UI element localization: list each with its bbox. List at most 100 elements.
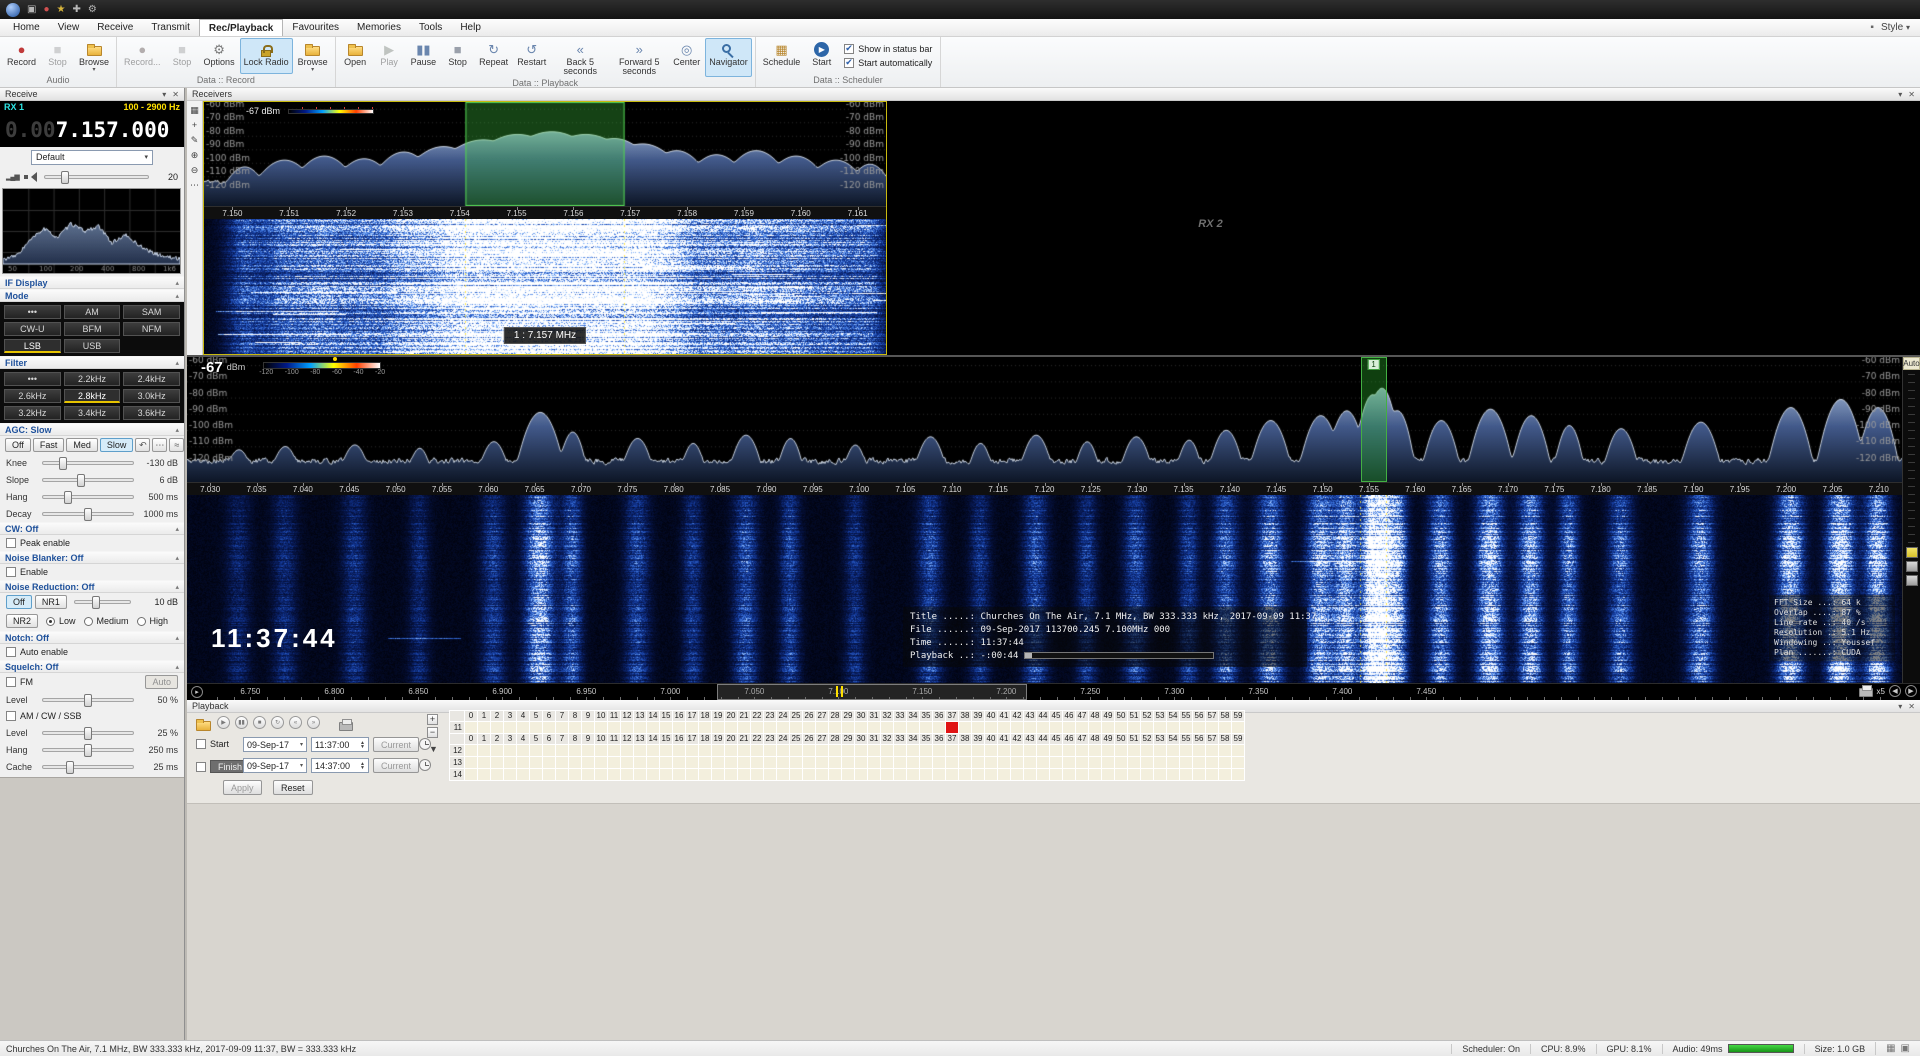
sched-cell-12-13[interactable] [634, 745, 646, 756]
main-spectrum-display[interactable]: -67 dBm -120-100-80-60-40-20 1 [187, 357, 1902, 482]
sched-cell-11-53[interactable] [1154, 722, 1166, 733]
filter-3-0khz[interactable]: 3.0kHz [123, 389, 180, 403]
display-icon[interactable]: ▣ [1901, 1042, 1910, 1055]
sched-cell-13-56[interactable] [1193, 757, 1205, 768]
grid-icon[interactable]: ▦ [1886, 1042, 1895, 1055]
sched-cell-12-42[interactable] [1011, 745, 1023, 756]
collapse-icon[interactable]: ▴ [175, 634, 179, 642]
sched-cell-12-14[interactable] [647, 745, 659, 756]
sched-cell-11-59[interactable] [1232, 722, 1244, 733]
sched-cell-14-18[interactable] [699, 769, 711, 780]
sched-cell-11-37[interactable] [946, 722, 958, 733]
section-squelch[interactable]: Squelch: Off▴ [0, 660, 184, 673]
agc-slope-thumb[interactable] [77, 474, 85, 487]
start-checkbox[interactable]: Start [196, 739, 229, 749]
sched-cell-13-1[interactable] [478, 757, 490, 768]
filter-2-6khz[interactable]: 2.6kHz [4, 389, 61, 403]
sched-cell-11-45[interactable] [1050, 722, 1062, 733]
mode-bfm[interactable]: BFM [64, 322, 121, 336]
sched-cell-12-49[interactable] [1102, 745, 1114, 756]
sched-cell-14-20[interactable] [725, 769, 737, 780]
sched-cell-14-46[interactable] [1063, 769, 1075, 780]
sched-cell-12-11[interactable] [608, 745, 620, 756]
nr-level-slider[interactable] [74, 600, 131, 604]
marker-color-button[interactable] [1906, 547, 1918, 558]
sched-cell-14-38[interactable] [959, 769, 971, 780]
ssb-cache-slider[interactable] [42, 765, 134, 769]
sched-cell-14-57[interactable] [1206, 769, 1218, 780]
sched-cell-14-39[interactable] [972, 769, 984, 780]
nav-zoom-label[interactable]: x5 [1877, 687, 1885, 696]
star-icon[interactable]: ★ [57, 3, 66, 16]
agc-slow[interactable]: Slow [100, 438, 134, 452]
sched-cell-11-58[interactable] [1219, 722, 1231, 733]
sched-cell-11-38[interactable] [959, 722, 971, 733]
sched-cell-12-57[interactable] [1206, 745, 1218, 756]
sched-cell-14-45[interactable] [1050, 769, 1062, 780]
sched-cell-11-11[interactable] [608, 722, 620, 733]
clock-icon[interactable] [419, 759, 431, 771]
start-date-select[interactable]: 09-Sep-17▾ [243, 737, 307, 752]
sched-cell-11-41[interactable] [998, 722, 1010, 733]
section-mode[interactable]: Mode▴ [0, 289, 184, 302]
ribbon-options[interactable]: ⚙Options [200, 38, 239, 74]
sched-cell-11-17[interactable] [686, 722, 698, 733]
menu-item-home[interactable]: Home [4, 19, 49, 36]
sched-cell-14-7[interactable] [556, 769, 568, 780]
nav-right-icon[interactable]: ▶ [1905, 685, 1917, 697]
zoom-in-icon[interactable]: ⊕ [191, 150, 199, 160]
sched-cell-11-18[interactable] [699, 722, 711, 733]
frequency-navigator[interactable]: ▸ 6.7506.8006.8506.9006.9507.0007.0507.1… [187, 683, 1920, 700]
main-colorbar[interactable] [263, 362, 381, 369]
sched-cell-14-50[interactable] [1115, 769, 1127, 780]
playback-repeat-button[interactable]: ↻ [271, 716, 284, 729]
scale-button-2[interactable] [1906, 575, 1918, 586]
section-notch[interactable]: Notch: Off▴ [0, 631, 184, 644]
sched-cell-12-1[interactable] [478, 745, 490, 756]
printer-icon[interactable] [339, 722, 353, 731]
sched-cell-11-0[interactable] [465, 722, 477, 733]
sched-cell-11-57[interactable] [1206, 722, 1218, 733]
menu-item-tools[interactable]: Tools [410, 19, 451, 36]
sched-cell-12-47[interactable] [1076, 745, 1088, 756]
ribbon-back-5-seconds[interactable]: «Back 5 seconds [551, 38, 609, 77]
sched-cell-12-55[interactable] [1180, 745, 1192, 756]
sched-cell-12-50[interactable] [1115, 745, 1127, 756]
section-noise-reduction[interactable]: Noise Reduction: Off▴ [0, 580, 184, 593]
sched-cell-12-36[interactable] [933, 745, 945, 756]
panel-close-icon[interactable]: ✕ [172, 90, 179, 99]
sched-cell-12-46[interactable] [1063, 745, 1075, 756]
sched-cell-14-40[interactable] [985, 769, 997, 780]
sched-cell-12-0[interactable] [465, 745, 477, 756]
sched-cell-13-20[interactable] [725, 757, 737, 768]
sched-cell-11-3[interactable] [504, 722, 516, 733]
sched-cell-14-17[interactable] [686, 769, 698, 780]
sched-cell-13-40[interactable] [985, 757, 997, 768]
agc-hang-thumb[interactable] [64, 491, 72, 504]
sched-cell-13-33[interactable] [894, 757, 906, 768]
sched-cell-12-4[interactable] [517, 745, 529, 756]
sched-cell-13-7[interactable] [556, 757, 568, 768]
rx2-display[interactable]: RX 2 [889, 101, 1920, 355]
sched-cell-11-35[interactable] [920, 722, 932, 733]
sched-cell-11-31[interactable] [868, 722, 880, 733]
filter-3-6khz[interactable]: 3.6kHz [123, 406, 180, 420]
ssb-cache-thumb[interactable] [66, 761, 74, 774]
sched-cell-14-24[interactable] [777, 769, 789, 780]
volume-slider-thumb[interactable] [61, 171, 69, 184]
start-current-button[interactable]: Current [373, 737, 419, 752]
sched-cell-11-16[interactable] [673, 722, 685, 733]
collapse-icon[interactable]: ▴ [175, 426, 179, 434]
sched-cell-11-44[interactable] [1037, 722, 1049, 733]
sched-cell-14-34[interactable] [907, 769, 919, 780]
sched-cell-13-46[interactable] [1063, 757, 1075, 768]
printer-icon[interactable] [1859, 688, 1873, 697]
scale-button-1[interactable] [1906, 561, 1918, 572]
speaker-icon[interactable] [24, 172, 35, 182]
sched-cell-13-53[interactable] [1154, 757, 1166, 768]
sched-cell-12-20[interactable] [725, 745, 737, 756]
sched-cell-11-23[interactable] [764, 722, 776, 733]
collapse-icon[interactable]: ▴ [175, 279, 179, 287]
sched-cell-13-11[interactable] [608, 757, 620, 768]
ssb-hang-thumb[interactable] [84, 744, 92, 757]
